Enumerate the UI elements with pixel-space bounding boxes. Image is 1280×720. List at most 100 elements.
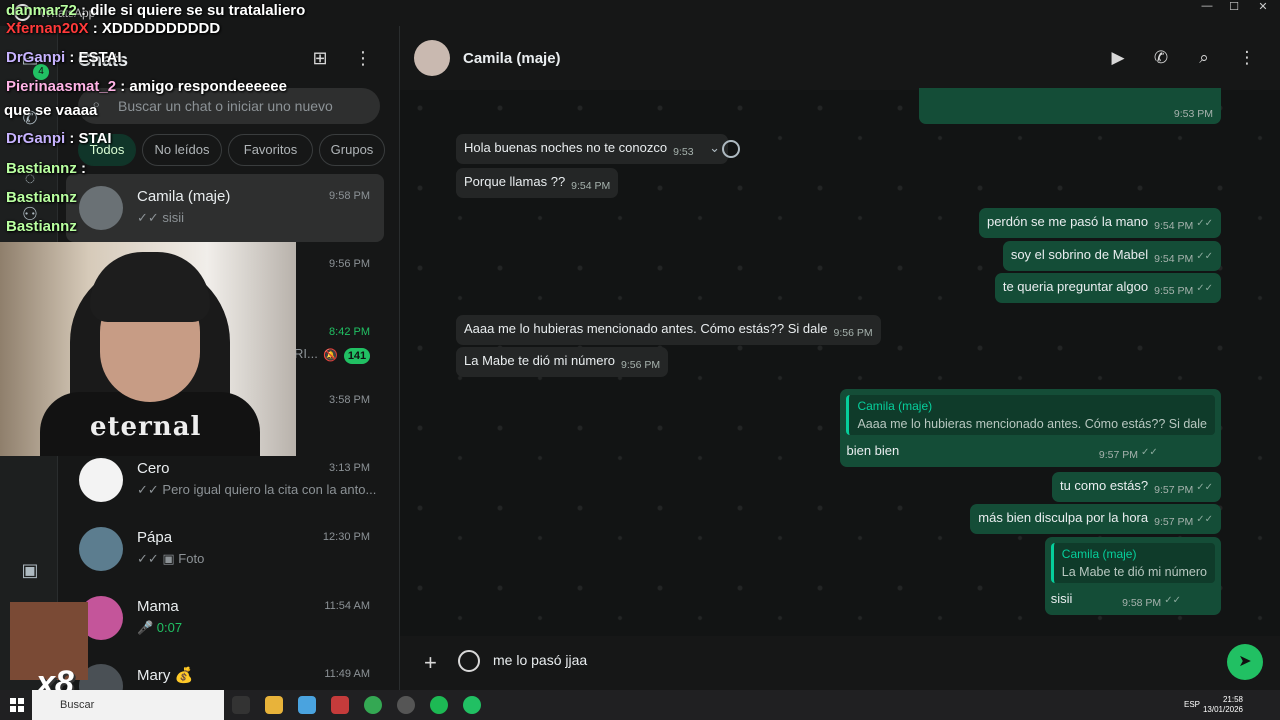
message-time: 9:54 PM	[571, 180, 611, 192]
sticker-emoji-icon[interactable]	[458, 650, 480, 672]
message-time: 9:53 PM	[1173, 108, 1213, 120]
chat-preview: RI...	[294, 346, 318, 361]
video-call-icon[interactable]: ▶	[1107, 48, 1129, 70]
attach-plus-icon[interactable]: +	[424, 650, 437, 676]
quoted-author: Camila (maje)	[857, 399, 933, 413]
meme-overlay: x8	[10, 602, 88, 702]
read-ticks-icon: ✓✓	[1196, 283, 1213, 294]
message-outgoing-reply[interactable]: Camila (maje) La Mabe te dió mi número s…	[1044, 537, 1221, 615]
message-outgoing-reply[interactable]: Camila (maje) Aaaa me lo hubieras mencio…	[840, 389, 1221, 467]
message-outgoing[interactable]: soy el sobrino de Mabel 9:54 PM ✓✓	[1002, 241, 1221, 271]
task-view-icon[interactable]	[232, 696, 250, 714]
notepad-icon[interactable]	[298, 696, 316, 714]
quoted-message[interactable]: Camila (maje) Aaaa me lo hubieras mencio…	[846, 395, 1215, 435]
windows-start-icon[interactable]	[10, 698, 24, 712]
quoted-message[interactable]: Camila (maje) La Mabe te dió mi número	[1050, 543, 1215, 583]
avatar	[79, 527, 123, 571]
message-time: 9:53	[673, 146, 694, 158]
message-outgoing[interactable]: te queria preguntar algoo 9:55 PM ✓✓	[994, 273, 1221, 303]
message-time: 9:56 PM	[833, 327, 873, 339]
quoted-text: La Mabe te dió mi número	[1061, 565, 1207, 579]
stream-chat-line: DrGanpi : STAI	[6, 130, 112, 147]
message-outgoing[interactable]: perdón se me pasó la mano 9:54 PM ✓✓	[978, 208, 1221, 238]
message-text: sisii	[1050, 591, 1073, 606]
media-gallery-icon[interactable]: ▣	[18, 558, 42, 582]
message-incoming[interactable]: Porque llamas ?? 9:54 PM	[456, 168, 619, 198]
message-time: 9:55 PM	[1154, 285, 1194, 297]
windows-taskbar: Buscar ESP 21:58 13/01/2026	[0, 690, 1280, 720]
message-text: te queria preguntar algoo	[1002, 279, 1149, 294]
stream-chat-line: danmar72 : dile si quiere se su tratalal…	[6, 2, 306, 19]
chat-time: 12:30 PM	[322, 531, 370, 543]
message-text: bien bien	[846, 443, 900, 458]
stream-chat-line: que se vaaaa	[4, 102, 98, 119]
read-ticks-icon: ✓✓	[1196, 218, 1213, 229]
obs-icon[interactable]	[397, 696, 415, 714]
chat-name: Mama	[137, 598, 179, 615]
contact-name[interactable]: Camila (maje)	[463, 50, 561, 67]
chat-preview: ✓✓ Pero igual quiero la cita con la anto…	[137, 482, 377, 497]
react-emoji-icon[interactable]	[722, 140, 740, 158]
chat-name: Pápa	[137, 529, 173, 546]
message-incoming[interactable]: La Mabe te dió mi número 9:56 PM	[456, 347, 669, 377]
stream-chat-line: Pierinaasmat_2 : amigo respondeeeeee	[6, 78, 287, 95]
message-text: perdón se me pasó la mano	[986, 214, 1149, 229]
chrome-icon[interactable]	[364, 696, 382, 714]
chat-preview: 🎤 0:07	[137, 620, 183, 635]
message-outgoing[interactable]: 9:53 PM	[919, 88, 1221, 124]
unread-count-badge: 141	[344, 348, 370, 364]
chat-row[interactable]: Cero 3:13 PM ✓✓ Pero igual quiero la cit…	[58, 446, 400, 514]
chat-time: 9:56 PM	[329, 258, 370, 270]
whatsapp-taskbar-icon[interactable]	[463, 696, 481, 714]
chat-row[interactable]: Mama 11:54 AM 🎤 0:07	[58, 584, 400, 652]
message-text: Porque llamas ??	[464, 174, 566, 189]
message-outgoing[interactable]: más bien disculpa por la hora 9:57 PM ✓✓	[970, 504, 1221, 534]
quoted-author: Camila (maje)	[1061, 547, 1137, 561]
stream-chat-line: Bastiannz	[6, 218, 77, 235]
chat-time: 11:54 AM	[324, 600, 370, 612]
taskbar-search[interactable]: Buscar	[32, 690, 224, 720]
message-time: 9:58 PM	[1122, 597, 1162, 609]
taskbar-search-placeholder: Buscar	[60, 699, 95, 711]
message-time: 9:57 PM	[1154, 484, 1194, 496]
avatar	[79, 458, 123, 502]
message-text: más bien disculpa por la hora	[978, 510, 1149, 525]
webcam-overlay: eternal	[0, 242, 296, 456]
chat-row[interactable]: Pápa 12:30 PM ✓✓ ▣ Foto	[58, 515, 400, 583]
message-text: tu como estás?	[1059, 478, 1149, 493]
app-icon[interactable]	[331, 696, 349, 714]
chevron-down-icon[interactable]: ⌄	[709, 140, 720, 155]
message-time: 9:57 PM	[1098, 449, 1138, 461]
read-ticks-icon: ✓✓	[1196, 251, 1213, 262]
message-composer: + me lo pasó jjaa ➤	[400, 636, 1280, 690]
message-input[interactable]: me lo pasó jjaa	[493, 652, 587, 668]
send-button[interactable]: ➤	[1227, 644, 1263, 680]
message-incoming[interactable]: Aaaa me lo hubieras mencionado antes. Có…	[456, 315, 881, 345]
close-window-button[interactable]: ✕	[1246, 0, 1280, 14]
message-time: 9:56 PM	[621, 359, 661, 371]
chat-time: 3:13 PM	[329, 462, 370, 474]
stream-chat-line: DrGanpi : ESTAI	[6, 49, 122, 66]
chat-time: 11:49 AM	[324, 668, 370, 680]
voice-call-icon[interactable]: ✆	[1150, 48, 1172, 70]
contact-avatar[interactable]	[414, 40, 450, 76]
message-incoming[interactable]: Hola buenas noches no te conozco 9:53 ⌄	[456, 134, 729, 164]
system-clock[interactable]: 21:58 13/01/2026	[1203, 695, 1243, 715]
message-outgoing[interactable]: tu como estás? 9:57 PM ✓✓	[1051, 472, 1221, 502]
quoted-text: Aaaa me lo hubieras mencionado antes. Có…	[857, 417, 1207, 431]
muted-bell-icon: 🔕	[323, 348, 338, 362]
read-ticks-icon: ✓✓	[1164, 595, 1181, 606]
stream-chat-overlay: danmar72 : dile si quiere se su tratalal…	[0, 2, 400, 254]
menu-dots-icon[interactable]: ⋮	[1236, 48, 1258, 70]
file-explorer-icon[interactable]	[265, 696, 283, 714]
search-icon[interactable]: ⌕	[1193, 48, 1215, 70]
message-text: Aaaa me lo hubieras mencionado antes. Có…	[464, 321, 828, 336]
chat-row[interactable]: Mary 💰 11:49 AM	[58, 652, 400, 690]
shirt-text: eternal	[90, 412, 202, 442]
chat-time: 3:58 PM	[329, 394, 370, 406]
spotify-icon[interactable]	[430, 696, 448, 714]
chat-name: Cero	[137, 460, 170, 477]
language-indicator[interactable]: ESP	[1184, 700, 1200, 709]
stream-chat-line: Xfernan20X : XDDDDDDDDDD	[6, 20, 221, 37]
message-time: 9:57 PM	[1154, 516, 1194, 528]
